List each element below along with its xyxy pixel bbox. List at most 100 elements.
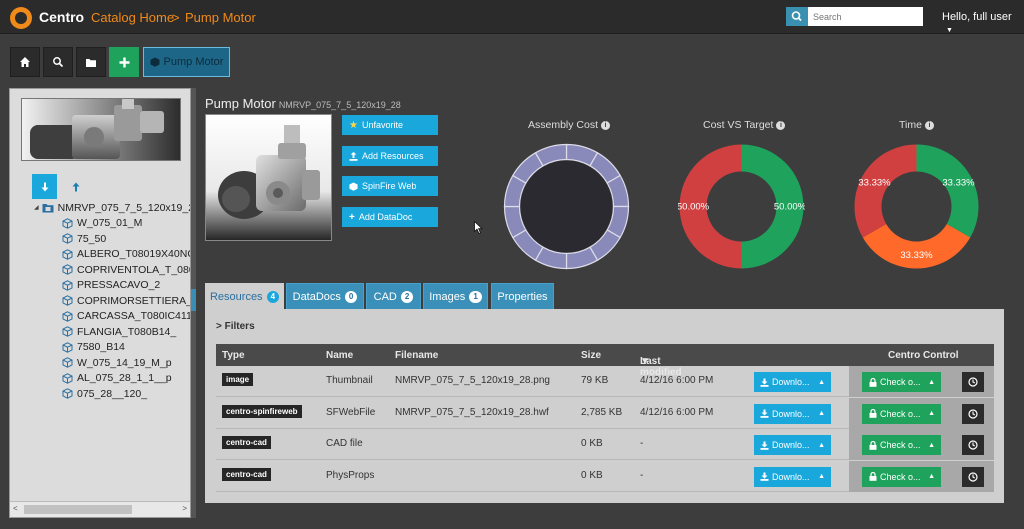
pie-slice[interactable] bbox=[862, 224, 971, 269]
tab-datadocs[interactable]: DataDocs 0 bbox=[286, 283, 364, 309]
product-title: Pump Motor NMRVP_075_7_5_120x19_28 bbox=[205, 96, 401, 111]
checkout-button[interactable]: Check o... ▲ bbox=[862, 403, 941, 424]
col-size[interactable]: Size bbox=[581, 350, 601, 361]
download-button[interactable]: Downlo... ▲ bbox=[754, 403, 831, 424]
tab-properties[interactable]: Properties bbox=[491, 283, 554, 309]
col-centro-control: Centro Control bbox=[888, 350, 959, 361]
tree-item[interactable]: ALBERO_T08019X40NO bbox=[34, 247, 190, 263]
add-datadoc-label: Add DataDoc bbox=[358, 212, 413, 222]
table-row: centro-spinfireweb SFWebFile NMRVP_075_7_5… bbox=[216, 397, 994, 429]
download-icon bbox=[760, 472, 769, 481]
add-datadoc-button[interactable]: + Add DataDoc bbox=[342, 207, 438, 227]
history-button[interactable] bbox=[962, 435, 984, 455]
tree-item[interactable]: 075_28__120_ bbox=[34, 386, 190, 402]
tree-item[interactable]: FLANGIA_T080B14_ bbox=[34, 324, 190, 340]
search-input[interactable] bbox=[808, 7, 923, 26]
caret-up-icon[interactable]: ▲ bbox=[818, 379, 825, 386]
splitter-handle[interactable] bbox=[191, 289, 196, 311]
spinfire-web-button[interactable]: SpinFire Web bbox=[342, 176, 438, 196]
pie-slice[interactable] bbox=[854, 144, 917, 238]
scrollbar-thumb[interactable] bbox=[24, 505, 132, 514]
caret-up-icon[interactable]: ▲ bbox=[818, 410, 825, 417]
arrow-up-icon bbox=[72, 182, 79, 191]
col-name[interactable]: Name bbox=[326, 350, 353, 361]
folder-button[interactable] bbox=[76, 47, 106, 77]
caret-up-icon[interactable]: ▲ bbox=[928, 410, 935, 417]
tree-item-label: AL_075_28_1_1__p bbox=[77, 372, 172, 385]
search-icon bbox=[791, 11, 802, 22]
filters-toggle[interactable]: > Filters bbox=[216, 321, 255, 332]
add-resources-button[interactable]: Add Resources bbox=[342, 146, 438, 166]
col-type[interactable]: Type bbox=[222, 350, 245, 361]
info-icon[interactable]: i bbox=[601, 120, 611, 130]
lock-icon bbox=[869, 409, 877, 418]
download-button[interactable]: Downlo... ▲ bbox=[754, 466, 831, 487]
info-icon[interactable]: i bbox=[776, 120, 786, 130]
tree-item[interactable]: CARCASSA_T080IC411B14 bbox=[34, 309, 190, 325]
breadcrumb-catalog-home[interactable]: Catalog Home bbox=[91, 10, 174, 25]
scroll-right-icon[interactable]: > bbox=[182, 504, 187, 513]
tree-item[interactable]: COPRIMORSETTIERA_T080 bbox=[34, 293, 190, 309]
tree-item[interactable]: PRESSACAVO_2 bbox=[34, 278, 190, 294]
tree-item[interactable]: AL_075_28_1_1__p bbox=[34, 371, 190, 387]
upload-tree-button[interactable] bbox=[63, 174, 88, 199]
tree-root-label: NMRVP_075_7_5_120x19_28 bbox=[57, 201, 190, 214]
horizontal-scrollbar[interactable]: < > bbox=[10, 501, 190, 517]
caret-up-icon[interactable]: ▲ bbox=[818, 442, 825, 449]
logo-text[interactable]: Centro bbox=[39, 9, 84, 25]
panel-splitter[interactable] bbox=[191, 88, 196, 518]
download-tree-button[interactable] bbox=[32, 174, 57, 199]
unfavorite-button[interactable]: ★ Unfavorite bbox=[342, 115, 438, 135]
tab-resources[interactable]: Resources 4 bbox=[205, 283, 284, 309]
tab-cad[interactable]: CAD 2 bbox=[366, 283, 421, 309]
search-button[interactable] bbox=[786, 7, 808, 26]
tree-item[interactable]: COPRIVENTOLA_T_080_IC4 bbox=[34, 262, 190, 278]
caret-up-icon[interactable]: ▲ bbox=[928, 442, 935, 449]
scroll-left-icon[interactable]: < bbox=[13, 504, 18, 513]
resource-size: 2,785 KB bbox=[581, 406, 623, 418]
cube-outline-icon bbox=[62, 217, 73, 229]
top-bar: Centro Catalog Home > Pump Motor Hello, … bbox=[0, 0, 1024, 34]
checkout-button[interactable]: Check o... ▲ bbox=[862, 435, 941, 455]
search-toolbar-button[interactable] bbox=[43, 47, 73, 77]
caret-up-icon[interactable]: ▲ bbox=[928, 379, 935, 386]
type-badge: centro-spinfireweb bbox=[222, 404, 302, 418]
user-menu[interactable]: Hello, full user ▼ bbox=[942, 11, 1024, 35]
open-item-tab[interactable]: Pump Motor bbox=[143, 47, 230, 77]
checkout-button[interactable]: Check o... ▲ bbox=[862, 466, 941, 487]
info-icon[interactable]: i bbox=[924, 120, 934, 130]
tab-images[interactable]: Images 1 bbox=[423, 283, 488, 309]
caret-up-icon[interactable]: ▲ bbox=[818, 473, 825, 480]
cube-outline-icon bbox=[62, 357, 73, 369]
tree-item[interactable]: W_075_01_M bbox=[34, 216, 190, 232]
tree-item-label: 7580_B14 bbox=[77, 341, 125, 354]
add-button[interactable] bbox=[109, 47, 139, 77]
tree-item[interactable]: W_075_14_19_M_p bbox=[34, 355, 190, 371]
history-button[interactable] bbox=[962, 372, 984, 392]
mouse-cursor-icon bbox=[474, 221, 483, 234]
cube-outline-icon bbox=[62, 295, 73, 307]
download-button[interactable]: Downlo... ▲ bbox=[754, 435, 831, 455]
cost-vs-target-title: Cost VS Target i bbox=[703, 119, 786, 131]
cube-outline-icon bbox=[62, 341, 73, 353]
plus-icon: + bbox=[349, 211, 355, 223]
centro-logo-icon[interactable] bbox=[10, 7, 32, 29]
home-button[interactable] bbox=[10, 47, 40, 77]
resource-name: CAD file bbox=[326, 438, 363, 449]
history-button[interactable] bbox=[962, 466, 984, 487]
caret-up-icon[interactable]: ▲ bbox=[928, 473, 935, 480]
product-image[interactable] bbox=[205, 114, 332, 241]
collapse-triangle-icon[interactable]: ◢ bbox=[34, 204, 39, 211]
tree-item[interactable]: 75_50 bbox=[34, 231, 190, 247]
history-button[interactable] bbox=[962, 403, 984, 424]
clock-icon bbox=[968, 377, 978, 387]
checkout-button[interactable]: Check o... ▲ bbox=[862, 372, 941, 392]
pie-slice[interactable] bbox=[916, 144, 979, 238]
cube-icon bbox=[349, 181, 358, 191]
tree-item[interactable]: 7580_B14 bbox=[34, 340, 190, 356]
tree-root[interactable]: ◢ NMRVP_075_7_5_120x19_28 bbox=[34, 200, 190, 216]
download-button[interactable]: Downlo... ▲ bbox=[754, 372, 831, 392]
unfavorite-label: Unfavorite bbox=[361, 120, 403, 130]
open-item-tab-label: Pump Motor bbox=[163, 56, 224, 68]
col-filename[interactable]: Filename bbox=[395, 350, 438, 361]
